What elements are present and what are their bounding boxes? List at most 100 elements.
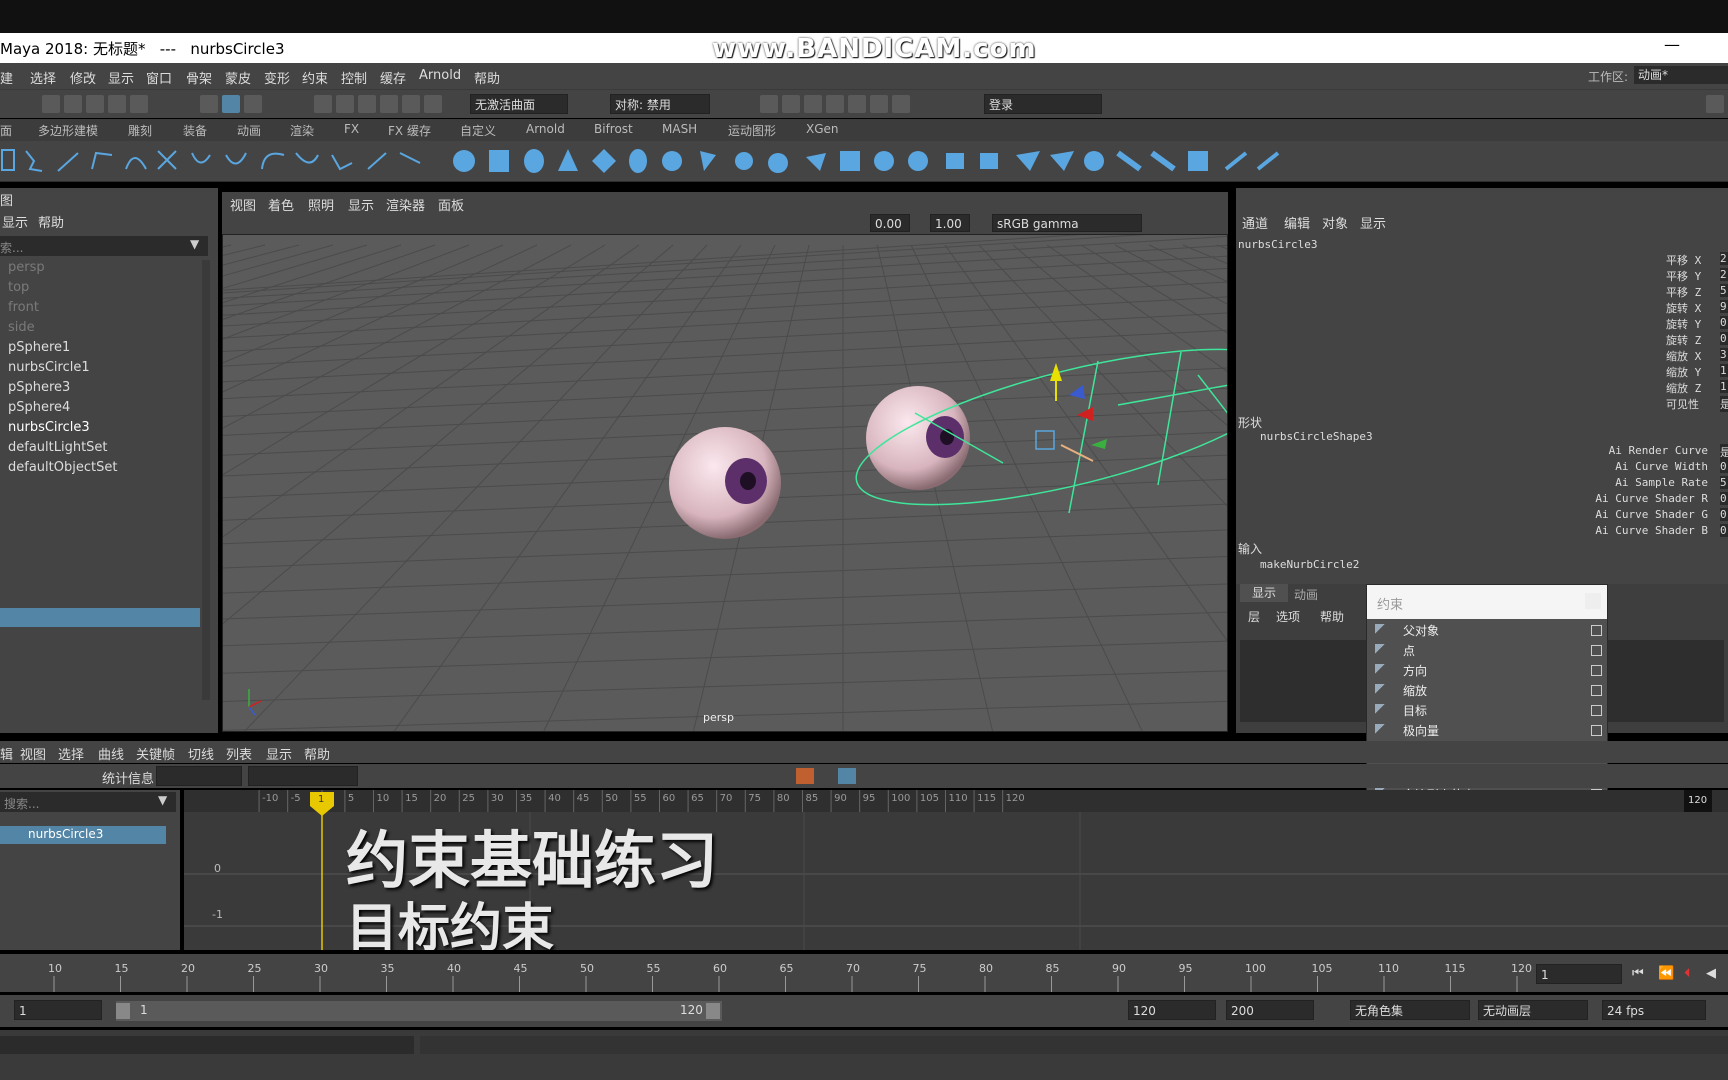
menu-constrain[interactable]: 约束 (302, 68, 328, 87)
snap-surface-icon[interactable] (402, 95, 420, 113)
channel-attr-label[interactable]: 旋转 Z (1666, 332, 1701, 348)
constrain-menu-item[interactable]: 点 (1367, 641, 1607, 659)
snap-vertex-icon[interactable] (424, 95, 442, 113)
time-slider-track[interactable] (0, 954, 1530, 992)
constrain-menu-item[interactable]: 目标 (1367, 701, 1607, 719)
pencil-curve-icon[interactable] (57, 152, 79, 172)
shape-attr-value[interactable]: 5 (1720, 476, 1728, 489)
ge-menu-edit[interactable]: 辑 (0, 744, 13, 763)
stats-field-b[interactable] (248, 766, 358, 786)
shelf-tab-animation[interactable]: 动画 (237, 122, 261, 139)
shape-attr-label[interactable]: Ai Curve Shader R (1595, 492, 1708, 505)
ge-menu-list[interactable]: 列表 (226, 744, 252, 763)
nurbs-sphere-icon[interactable] (453, 150, 475, 172)
outliner-item-defaultobjectset[interactable]: defaultObjectSet (8, 460, 117, 475)
pause-icon[interactable] (892, 95, 910, 113)
shelf-tab-rigging[interactable]: 装备 (183, 122, 207, 139)
outliner-scrollbar[interactable] (202, 260, 210, 700)
constrain-menu-item[interactable]: 父对象 (1367, 621, 1607, 639)
viewport-menu-lighting[interactable]: 照明 (308, 195, 334, 214)
curve-intersect-icon[interactable] (157, 150, 177, 170)
render-settings-icon[interactable] (826, 95, 844, 113)
outliner-search[interactable]: 索... ▼ (0, 236, 208, 256)
menu-help[interactable]: 帮助 (474, 68, 500, 87)
workspace-dropdown[interactable]: 动画* (1634, 66, 1728, 84)
symmetry-dropdown[interactable]: 对称: 禁用 (610, 94, 710, 114)
outliner-item-top[interactable]: top (8, 280, 29, 295)
shelf-tab-rendering[interactable]: 渲染 (290, 122, 314, 139)
exposure-field[interactable]: 0.00 (870, 214, 910, 232)
constrain-menu-item[interactable]: 缩放 (1367, 681, 1607, 699)
hypershade-icon[interactable] (848, 95, 866, 113)
render-frame-icon[interactable] (760, 95, 778, 113)
channel-attr-value[interactable]: 0 (1720, 332, 1728, 345)
ge-menu-select[interactable]: 选择 (58, 744, 84, 763)
curve-offset-icon[interactable] (261, 152, 285, 170)
redo-icon[interactable] (130, 95, 148, 113)
channel-attr-value[interactable]: 9 (1720, 300, 1728, 313)
play-back-icon[interactable]: ◀ (1706, 966, 1716, 981)
shape-attr-label[interactable]: Ai Curve Shader G (1595, 508, 1708, 521)
option-box-icon[interactable] (1591, 665, 1602, 676)
menu-deform[interactable]: 变形 (264, 68, 290, 87)
live-surface-field[interactable]: 无激活曲面 (470, 94, 568, 114)
menu-skin[interactable]: 蒙皮 (225, 68, 251, 87)
shape-attr-label[interactable]: Ai Render Curve (1609, 444, 1708, 457)
menu-display[interactable]: 显示 (108, 68, 134, 87)
viewport-menu-view[interactable]: 视图 (230, 195, 256, 214)
outliner-item-nurbscircle1[interactable]: nurbsCircle1 (8, 360, 90, 375)
ep-curve-icon[interactable] (91, 151, 113, 170)
detach-curve-icon[interactable] (295, 152, 319, 164)
extend-surface-icon[interactable] (980, 153, 998, 169)
constrain-menu-item[interactable]: 方向 (1367, 661, 1607, 679)
extend-curve-icon[interactable] (399, 152, 421, 164)
option-box-icon[interactable] (1591, 725, 1602, 736)
menu-control[interactable]: 控制 (341, 68, 367, 87)
new-scene-icon[interactable] (42, 95, 60, 113)
nurbs-plane-icon[interactable] (592, 149, 616, 173)
snap-view-icon[interactable] (380, 95, 398, 113)
viewport-menu-renderer[interactable]: 渲染器 (386, 195, 425, 214)
layer-tab-display[interactable]: 显示 (1240, 584, 1288, 602)
color-space-dropdown[interactable]: sRGB gamma (992, 214, 1142, 232)
channel-menu-show[interactable]: 显示 (1360, 213, 1386, 232)
reverse-surface-icon[interactable] (1050, 151, 1074, 171)
channel-attr-value[interactable]: 3 (1720, 348, 1728, 361)
nurbs-cylinder-icon[interactable] (524, 149, 544, 173)
viewport-menu-shading[interactable]: 着色 (268, 195, 294, 214)
option-box-icon[interactable] (1591, 705, 1602, 716)
channel-attr-label[interactable]: 缩放 Y (1666, 364, 1701, 380)
constrain-menu-header[interactable]: 约束 (1367, 585, 1607, 619)
outliner-item-psphere1[interactable]: pSphere1 (8, 340, 70, 355)
range-start-handle[interactable] (116, 1003, 130, 1019)
ge-menu-help[interactable]: 帮助 (304, 744, 330, 763)
trim-tool-icon[interactable] (1116, 150, 1142, 172)
sculpt-geometry-icon[interactable] (1188, 151, 1208, 171)
ge-search-input[interactable]: 搜索... ▼ (0, 792, 176, 812)
channel-attr-value[interactable]: 1 (1720, 380, 1728, 393)
shelf-tab-motion-graphics[interactable]: 运动图形 (728, 122, 776, 139)
menu-arnold[interactable]: Arnold (419, 68, 461, 83)
time-slider-ruler[interactable]: 10 15 20 25 30 35 40 45 50 55 60 65 70 75 80 85 90 95 100 1… (0, 954, 1728, 992)
rebuild-curve-icon[interactable] (331, 154, 353, 171)
snap-grid-icon[interactable] (314, 95, 332, 113)
shelf-tab-arnold[interactable]: Arnold (526, 122, 565, 136)
outliner-item-side[interactable]: side (8, 320, 35, 335)
layer-tab-anim[interactable]: 动画 (1294, 586, 1318, 603)
eyeball-right[interactable] (866, 386, 970, 490)
channel-menu-channels[interactable]: 通道 (1242, 213, 1268, 232)
shelf-tab-custom[interactable]: 自定义 (460, 122, 496, 139)
ge-menu-keys[interactable]: 关键帧 (136, 744, 175, 763)
nurbs-torus-icon[interactable] (629, 149, 647, 173)
current-frame-field[interactable]: 1 (1536, 964, 1622, 984)
loft-icon[interactable] (700, 151, 716, 171)
viewport-canvas[interactable] (223, 235, 1228, 732)
anim-layer-dropdown[interactable]: 无动画层 (1478, 1000, 1588, 1020)
step-back-key-icon[interactable]: ⏪ (1658, 966, 1674, 981)
chevron-down-icon[interactable]: ▼ (158, 793, 167, 807)
outliner-item-defaultlightset[interactable]: defaultLightSet (8, 440, 108, 455)
channel-attr-value[interactable]: 5 (1720, 284, 1728, 297)
menu-select[interactable]: 选择 (30, 68, 56, 87)
planar-icon[interactable] (735, 152, 753, 170)
go-to-start-icon[interactable]: ⏮ (1632, 966, 1644, 981)
